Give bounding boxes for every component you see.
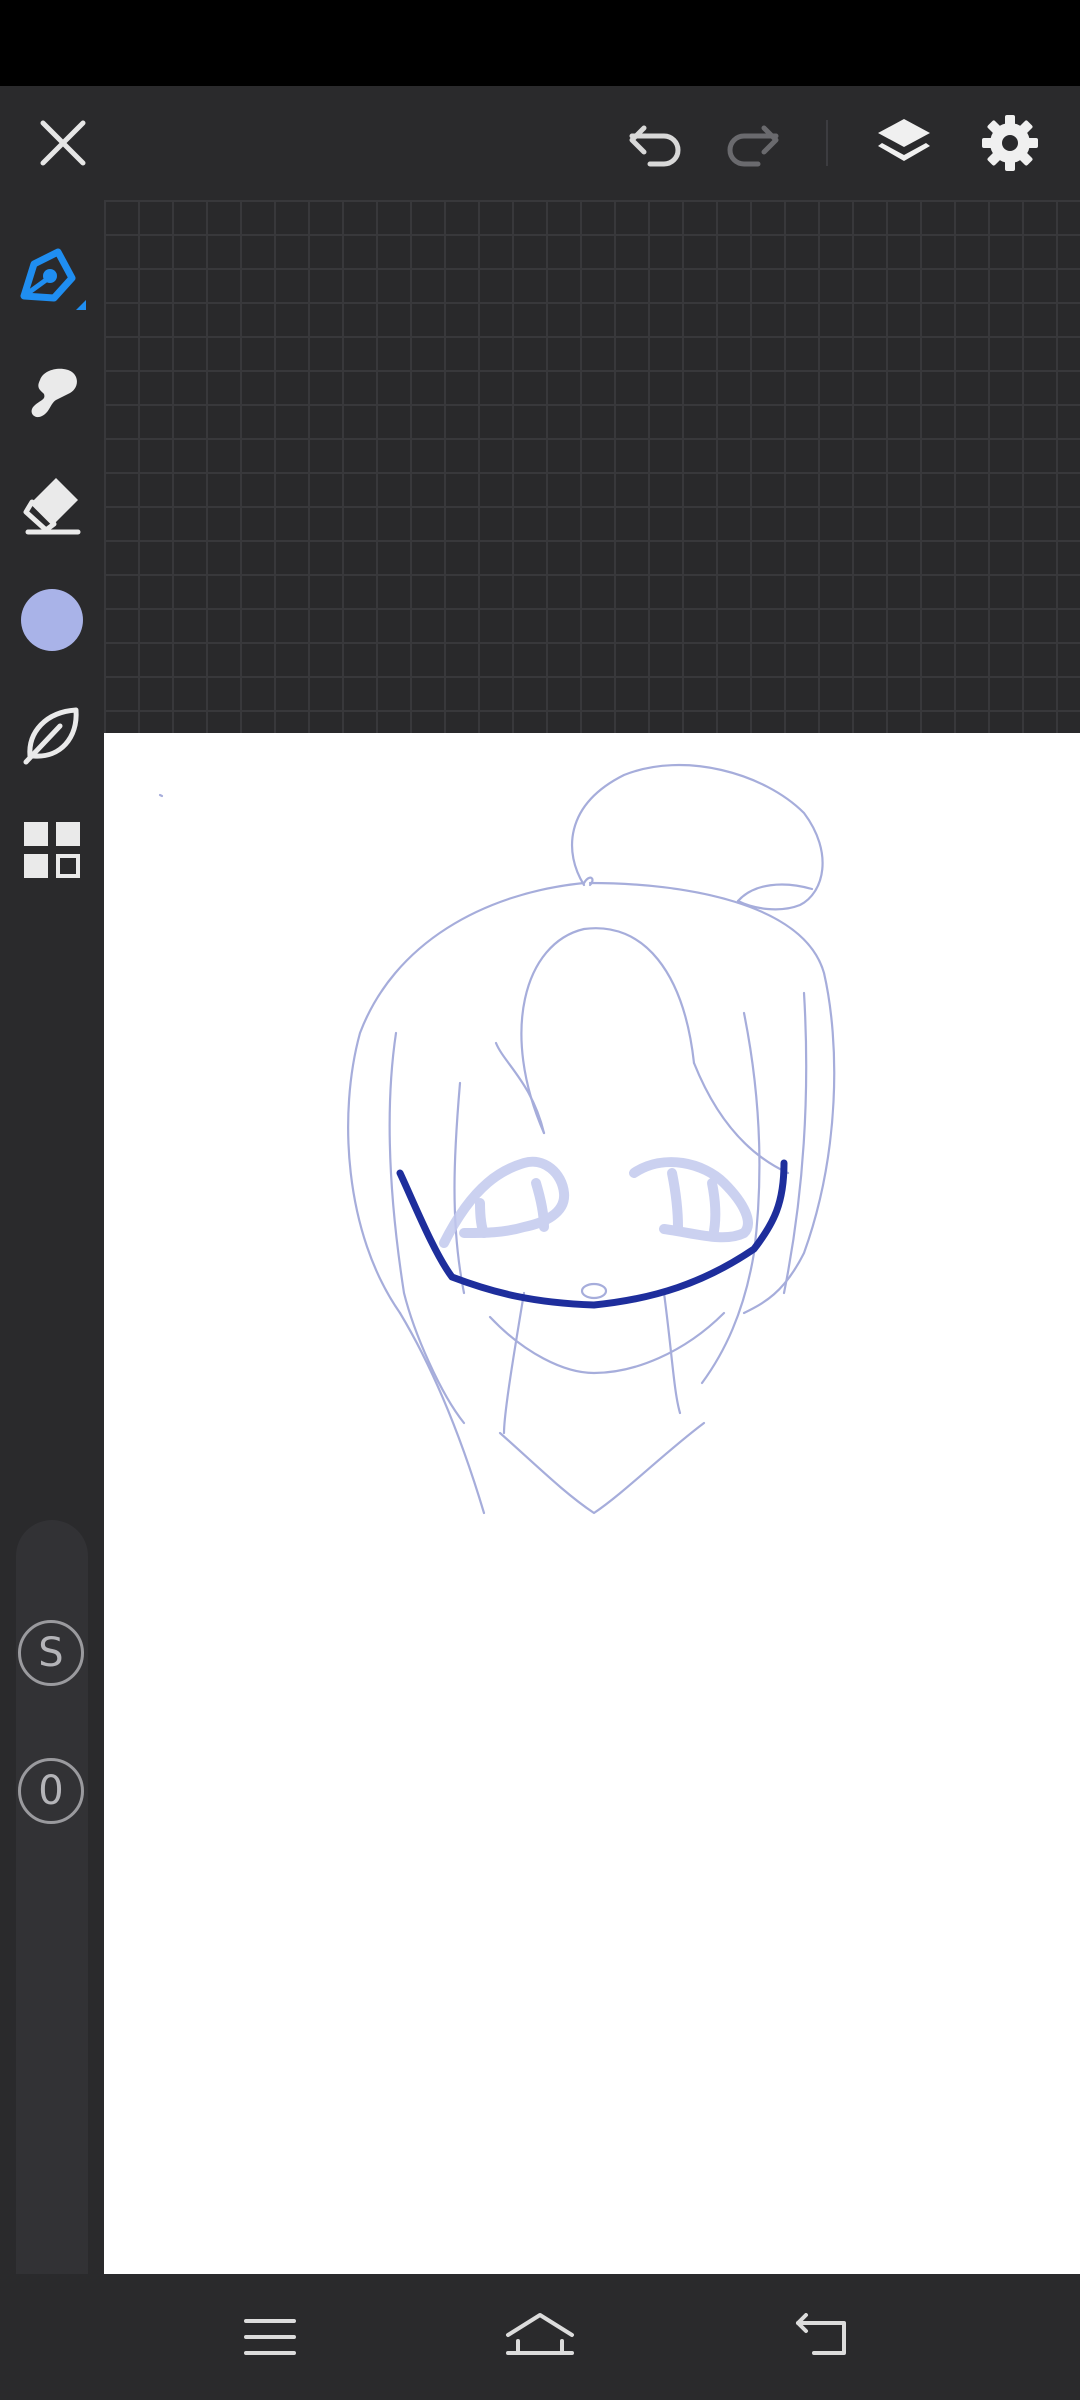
canvas-background-grid — [104, 200, 1080, 734]
leaf-brush-icon — [23, 707, 79, 765]
home-button[interactable] — [470, 2274, 610, 2400]
redo-icon — [727, 125, 779, 167]
back-icon — [796, 2313, 846, 2355]
status-bar — [0, 0, 1080, 86]
layers-icon — [878, 119, 930, 161]
color-picker-button[interactable] — [0, 570, 104, 670]
settings-button[interactable] — [968, 86, 1052, 200]
gallery-button[interactable] — [0, 800, 104, 900]
menu-icon — [244, 2319, 296, 2355]
menu-button[interactable] — [200, 2274, 340, 2400]
layers-button[interactable] — [862, 86, 946, 200]
tool-sidebar: S 0 — [0, 200, 104, 2330]
redo-button[interactable] — [712, 86, 792, 200]
top-toolbar — [0, 86, 1080, 200]
close-button[interactable] — [20, 86, 106, 200]
size-button[interactable]: S — [18, 1620, 84, 1686]
brush-tool-button[interactable] — [0, 684, 104, 784]
pen-tool-button[interactable] — [0, 228, 104, 328]
settings-icon — [982, 115, 1038, 171]
back-button[interactable] — [752, 2274, 892, 2400]
pen-icon — [20, 248, 86, 310]
eraser-icon — [23, 478, 81, 535]
eraser-tool-button[interactable] — [0, 454, 104, 554]
toolbar-divider — [826, 120, 828, 166]
opacity-button[interactable]: 0 — [18, 1758, 84, 1824]
system-nav-bar — [0, 2274, 1080, 2400]
canvas-area[interactable] — [104, 200, 1080, 2274]
sketch-drawing — [158, 763, 836, 1515]
drawing-paper[interactable] — [104, 733, 1080, 2274]
undo-icon — [629, 125, 681, 167]
home-icon — [506, 2313, 574, 2355]
smudge-icon — [31, 368, 77, 418]
color-swatch — [21, 589, 83, 651]
smudge-tool-button[interactable] — [0, 342, 104, 442]
undo-button[interactable] — [616, 86, 696, 200]
close-icon — [40, 120, 86, 166]
grid-icon — [24, 822, 80, 878]
